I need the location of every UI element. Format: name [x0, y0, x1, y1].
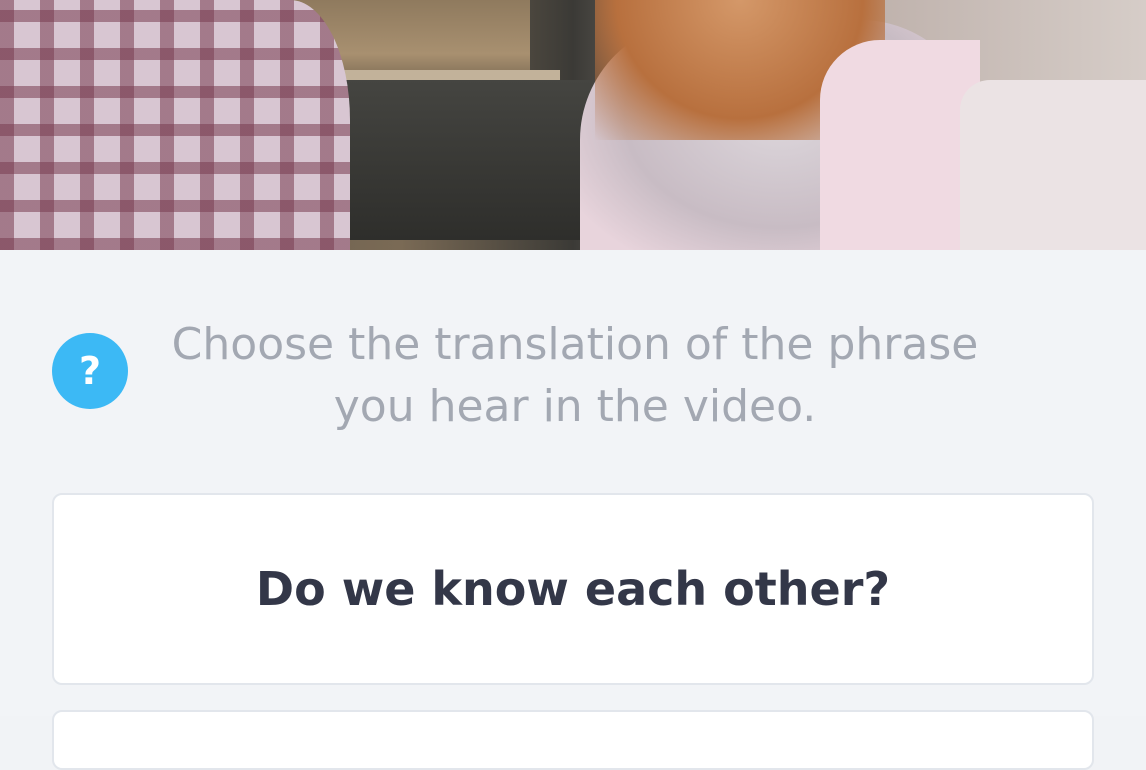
video-scene-arm: [820, 40, 980, 250]
answer-option-label: Do we know each other?: [255, 562, 891, 616]
video-scene-chair: [960, 80, 1146, 250]
help-icon[interactable]: ?: [52, 333, 128, 409]
instruction-line-2: you hear in the video.: [333, 381, 817, 432]
instruction-text: Choose the translation of the phrase you…: [150, 314, 1000, 438]
answer-option-1[interactable]: Do we know each other?: [52, 493, 1094, 685]
instruction-line-1: Choose the translation of the phrase: [171, 319, 979, 370]
video-scene-person-left: [0, 0, 350, 250]
video-player[interactable]: [0, 0, 1146, 250]
answer-option-2[interactable]: [52, 710, 1094, 770]
video-scene-window: [330, 80, 590, 240]
